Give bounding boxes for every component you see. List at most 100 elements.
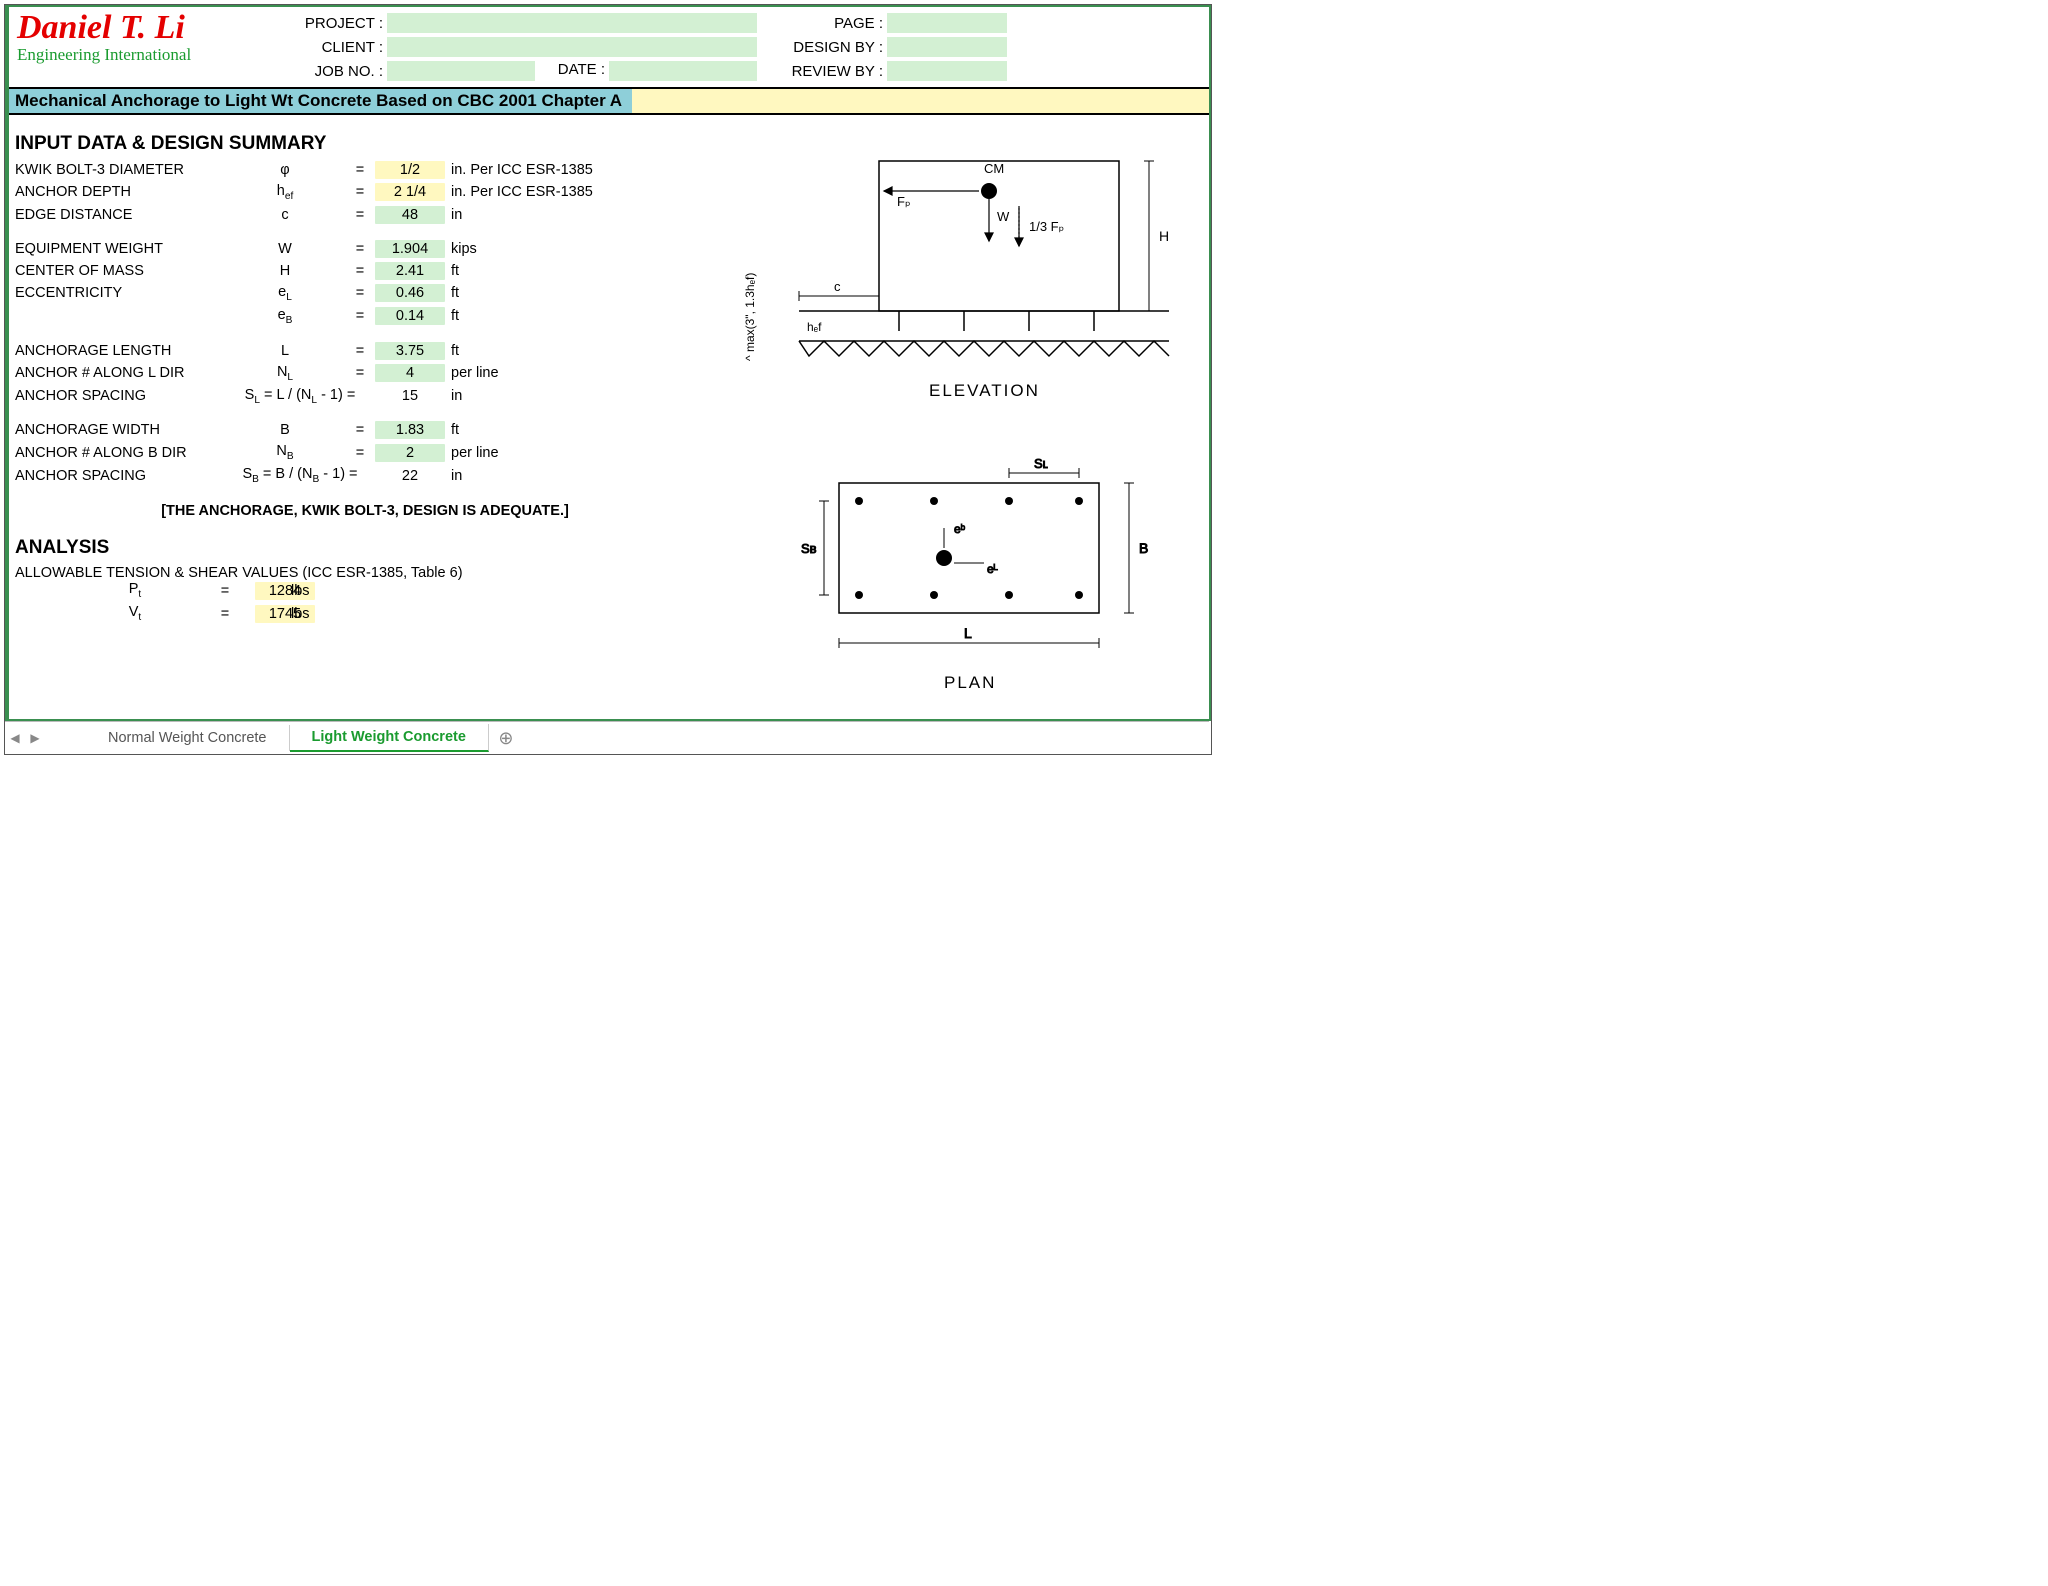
row-unit: lbs <box>285 583 355 599</box>
row-sym: W <box>225 241 345 257</box>
cell-input[interactable]: 0.14 <box>375 307 445 325</box>
row-unit: lbs <box>285 606 355 622</box>
row-label: ANCHOR SPACING <box>15 388 225 404</box>
SL-label: Sʟ <box>1034 456 1048 471</box>
cell-input[interactable]: 1/2 <box>375 161 445 179</box>
row-label: ANCHOR # ALONG L DIR <box>15 365 225 381</box>
w-label: W <box>997 209 1010 224</box>
fp-label: Fₚ <box>897 194 911 209</box>
row-label: ANCHOR # ALONG B DIR <box>15 445 225 461</box>
elevation-diagram: CM Fₚ W 1/3 Fₚ H <box>715 131 1203 435</box>
cell-input[interactable]: 2.41 <box>375 262 445 280</box>
row-sym: Vt <box>75 604 195 623</box>
title-gap <box>632 89 1209 113</box>
plan-caption: PLAN <box>944 673 996 692</box>
row-label: CENTER OF MASS <box>15 263 225 279</box>
input-rows: KWIK BOLT-3 DIAMETER φ = 1/2 in. Per ICC… <box>15 161 715 485</box>
row-label: EQUIPMENT WEIGHT <box>15 241 225 257</box>
page-label: PAGE : <box>757 15 887 32</box>
design-label: DESIGN BY : <box>757 39 887 56</box>
max-label: ^ max(3", 1.3hₑf) <box>743 273 757 361</box>
row-unit: ft <box>445 308 645 324</box>
row-sym: B <box>225 422 345 438</box>
cell-input[interactable]: 48 <box>375 206 445 224</box>
left-panel: INPUT DATA & DESIGN SUMMARY KWIK BOLT-3 … <box>15 123 715 713</box>
eB-label: eᵇ <box>954 522 966 536</box>
eq: = <box>345 162 375 178</box>
client-field[interactable] <box>387 37 757 57</box>
row-unit: ft <box>445 343 645 359</box>
row-unit: ft <box>445 285 645 301</box>
row-label: ANCHORAGE LENGTH <box>15 343 225 359</box>
row-sym: SL = L / (NL - 1) = <box>225 387 375 406</box>
elevation-svg: CM Fₚ W 1/3 Fₚ H <box>729 131 1189 431</box>
row-sym: L <box>225 343 345 359</box>
analysis-subtitle: ALLOWABLE TENSION & SHEAR VALUES (ICC ES… <box>15 565 715 581</box>
cell-input[interactable]: 3.75 <box>375 342 445 360</box>
add-sheet-icon[interactable]: ⊕ <box>489 728 523 749</box>
sheet-tabs: ◀ ▶ Normal Weight Concrete Light Weight … <box>5 721 1209 754</box>
row-label: KWIK BOLT-3 DIAMETER <box>15 162 225 178</box>
title-bar: Mechanical Anchorage to Light Wt Concret… <box>9 89 1209 115</box>
date-label: DATE : <box>535 61 609 81</box>
c-label: c <box>834 279 841 294</box>
row-sym: SB = B / (NB - 1) = <box>225 466 375 485</box>
row-unit: ft <box>445 422 645 438</box>
row-unit: per line <box>445 445 645 461</box>
row-unit: in <box>445 207 645 223</box>
plan-diagram: Sʟ Sʙ B L eᵇ eᴸ PLAN <box>715 443 1203 707</box>
row-unit: in. Per ICC ESR-1385 <box>445 162 645 178</box>
design-field[interactable] <box>887 37 1007 57</box>
spreadsheet-page: Daniel T. Li Engineering International P… <box>5 5 1211 721</box>
cell-input[interactable]: 1.904 <box>375 240 445 258</box>
row-unit: per line <box>445 365 645 381</box>
row-sym: NB <box>225 443 345 462</box>
client-label: CLIENT : <box>267 39 387 56</box>
cm-label: CM <box>984 161 1004 176</box>
B-label: B <box>1139 540 1148 556</box>
fp3-label: 1/3 Fₚ <box>1029 219 1064 234</box>
title-text: Mechanical Anchorage to Light Wt Concret… <box>9 89 628 113</box>
date-field[interactable] <box>609 61 757 81</box>
tab-normal-weight[interactable]: Normal Weight Concrete <box>86 725 290 751</box>
review-field[interactable] <box>887 61 1007 81</box>
analysis-rows: Pt = 1284 lbs Vt = 1745 lbs <box>75 581 715 623</box>
row-sym: Pt <box>75 581 195 600</box>
review-label: REVIEW BY : <box>757 63 887 80</box>
row-label: ANCHOR SPACING <box>15 468 225 484</box>
row-label: EDGE DISTANCE <box>15 207 225 223</box>
row-unit: kips <box>445 241 645 257</box>
adequacy-note: [THE ANCHORAGE, KWIK BOLT-3, DESIGN IS A… <box>15 503 715 519</box>
brand-subtitle: Engineering International <box>17 45 267 65</box>
eL-label: eᴸ <box>987 562 998 576</box>
row-unit: in <box>445 388 645 404</box>
row-sym: φ <box>225 162 345 178</box>
cell-input[interactable]: 2 <box>375 444 445 462</box>
row-label: ECCENTRICITY <box>15 285 225 301</box>
row-label: ANCHORAGE WIDTH <box>15 422 225 438</box>
tab-next-icon[interactable]: ▶ <box>25 731 45 745</box>
header-fields: PROJECT : PAGE : CLIENT : DESIGN BY : JO… <box>267 11 1201 83</box>
cell-input[interactable]: 1.83 <box>375 421 445 439</box>
section-analysis: ANALYSIS <box>15 537 715 559</box>
diagram-panel: CM Fₚ W 1/3 Fₚ H <box>715 123 1203 713</box>
SB-label: Sʙ <box>801 541 817 556</box>
row-sym: eL <box>225 284 345 303</box>
cell-input[interactable]: 4 <box>375 364 445 382</box>
project-field[interactable] <box>387 13 757 33</box>
section-input: INPUT DATA & DESIGN SUMMARY <box>15 133 715 155</box>
row-unit: in <box>445 468 645 484</box>
hef-label: hₑf <box>807 320 822 334</box>
row-sym: eB <box>225 307 345 326</box>
cell-output: 15 <box>375 387 445 405</box>
page-field[interactable] <box>887 13 1007 33</box>
row-unit: ft <box>445 263 645 279</box>
jobno-label: JOB NO. : <box>267 63 387 80</box>
cell-input[interactable]: 0.46 <box>375 284 445 302</box>
tab-prev-icon[interactable]: ◀ <box>5 731 25 745</box>
logo-block: Daniel T. Li Engineering International <box>17 11 267 83</box>
cell-input[interactable]: 2 1/4 <box>375 183 445 201</box>
tab-light-weight[interactable]: Light Weight Concrete <box>290 724 489 752</box>
jobno-field[interactable] <box>387 61 535 81</box>
row-sym: NL <box>225 364 345 383</box>
